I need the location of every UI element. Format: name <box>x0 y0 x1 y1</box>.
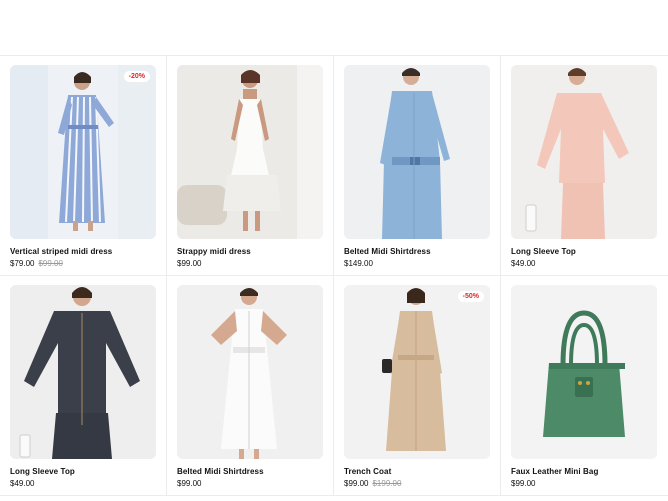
price-row: $99.00 <box>511 479 657 488</box>
product-card[interactable]: Long Sleeve Top $49.00 <box>0 276 167 496</box>
product-name[interactable]: Faux Leather Mini Bag <box>511 467 657 476</box>
product-name[interactable]: Trench Coat <box>344 467 489 476</box>
product-card[interactable]: Faux Leather Mini Bag $99.00 <box>501 276 668 496</box>
price-row: $149.00 <box>344 259 489 268</box>
top-bar <box>0 0 668 56</box>
price-row: $99.00 <box>177 259 322 268</box>
product-grid: -20% Vertical striped midi dress $79.00 … <box>0 56 668 496</box>
current-price: $99.00 <box>511 479 536 488</box>
product-name[interactable]: Vertical striped midi dress <box>10 247 155 256</box>
product-image[interactable] <box>177 285 323 459</box>
current-price: $99.00 <box>177 479 202 488</box>
product-card[interactable]: -20% Vertical striped midi dress $79.00 … <box>0 56 167 276</box>
current-price: $49.00 <box>10 479 35 488</box>
product-name[interactable]: Long Sleeve Top <box>10 467 155 476</box>
current-price: $49.00 <box>511 259 536 268</box>
product-card[interactable]: Long Sleeve Top $49.00 <box>501 56 668 276</box>
current-price: $99.00 <box>344 479 369 488</box>
product-name[interactable]: Strappy midi dress <box>177 247 322 256</box>
price-row: $79.00 $99.00 <box>10 259 155 268</box>
product-card[interactable]: Belted Midi Shirtdress $149.00 <box>334 56 501 276</box>
original-price: $199.00 <box>372 479 402 488</box>
product-card[interactable]: Belted Midi Shirtdress $99.00 <box>167 276 334 496</box>
product-name[interactable]: Belted Midi Shirtdress <box>177 467 322 476</box>
product-card[interactable]: -50% Trench Coat $99.00 $199.00 <box>334 276 501 496</box>
product-image[interactable] <box>10 285 156 459</box>
current-price: $149.00 <box>344 259 373 268</box>
original-price: $99.00 <box>38 259 63 268</box>
product-image[interactable] <box>344 65 490 239</box>
discount-badge: -20% <box>123 71 150 82</box>
product-name[interactable]: Belted Midi Shirtdress <box>344 247 489 256</box>
product-image[interactable] <box>511 65 657 239</box>
current-price: $79.00 <box>10 259 35 268</box>
product-name[interactable]: Long Sleeve Top <box>511 247 657 256</box>
product-image[interactable] <box>177 65 323 239</box>
price-row: $99.00 <box>177 479 322 488</box>
current-price: $99.00 <box>177 259 202 268</box>
price-row: $49.00 <box>511 259 657 268</box>
product-image[interactable]: -50% <box>344 285 490 459</box>
product-card[interactable]: Strappy midi dress $99.00 <box>167 56 334 276</box>
product-image[interactable] <box>511 285 657 459</box>
product-image[interactable]: -20% <box>10 65 156 239</box>
price-row: $49.00 <box>10 479 155 488</box>
discount-badge: -50% <box>457 291 484 302</box>
price-row: $99.00 $199.00 <box>344 479 489 488</box>
